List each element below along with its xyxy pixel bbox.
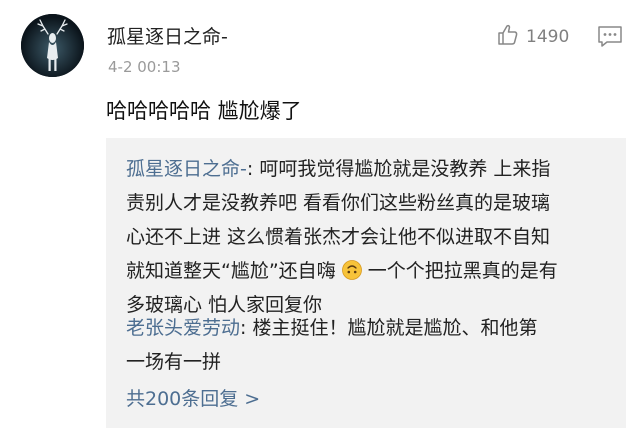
avatar[interactable] [21, 14, 84, 77]
thumbs-up-icon [496, 23, 520, 51]
comment-icon[interactable] [597, 25, 623, 53]
reply-item: 孤星逐日之命-: 呵呵我觉得尴尬就是没教养 上来指 责别人才是没教养吧 看看你们… [126, 152, 616, 322]
reply-author[interactable]: 老张头爱劳动 [126, 317, 240, 339]
reply-text: 一个个把拉黑真的是有 [367, 260, 558, 282]
reply-text: 心还不上进 这么惯着张杰才会让他不似进取不自知 [126, 226, 551, 248]
comment-timestamp: 4-2 00:13 [108, 58, 181, 76]
reply-text: 呵呵我觉得尴尬就是没教养 上来指 [259, 158, 551, 180]
reply-text: 一场有一拼 [126, 351, 222, 373]
reply-text: 就知道整天“尴尬”还自嗨 [126, 260, 336, 282]
upside-down-face-emoji [341, 257, 362, 280]
replies-section: 孤星逐日之命-: 呵呵我觉得尴尬就是没教养 上来指 责别人才是没教养吧 看看你们… [106, 138, 626, 428]
view-all-replies-link[interactable]: 共200条回复 > [126, 384, 260, 411]
reply-separator: : [246, 158, 260, 180]
comment-text: 哈哈哈哈哈 尴尬爆了 [106, 99, 302, 123]
reply-separator: : [240, 317, 253, 339]
like-button[interactable]: 1490 [496, 23, 570, 51]
reply-line: 老张头爱劳动: 楼主挺住！尴尬就是尴尬、和他第 [126, 311, 616, 345]
like-count: 1490 [526, 27, 570, 47]
reply-line: 就知道整天“尴尬”还自嗨 一个个把拉黑真的是有 [126, 254, 616, 288]
reply-line: 孤星逐日之命-: 呵呵我觉得尴尬就是没教养 上来指 [126, 152, 616, 186]
reply-item: 老张头爱劳动: 楼主挺住！尴尬就是尴尬、和他第 一场有一拼 [126, 311, 616, 379]
reply-text: 责别人才是没教养吧 看看你们这些粉丝真的是玻璃 [126, 192, 551, 214]
comment-username[interactable]: 孤星逐日之命- [107, 22, 228, 49]
reply-author[interactable]: 孤星逐日之命- [126, 158, 247, 180]
reply-text: 楼主挺住！尴尬就是尴尬、和他第 [252, 317, 538, 339]
